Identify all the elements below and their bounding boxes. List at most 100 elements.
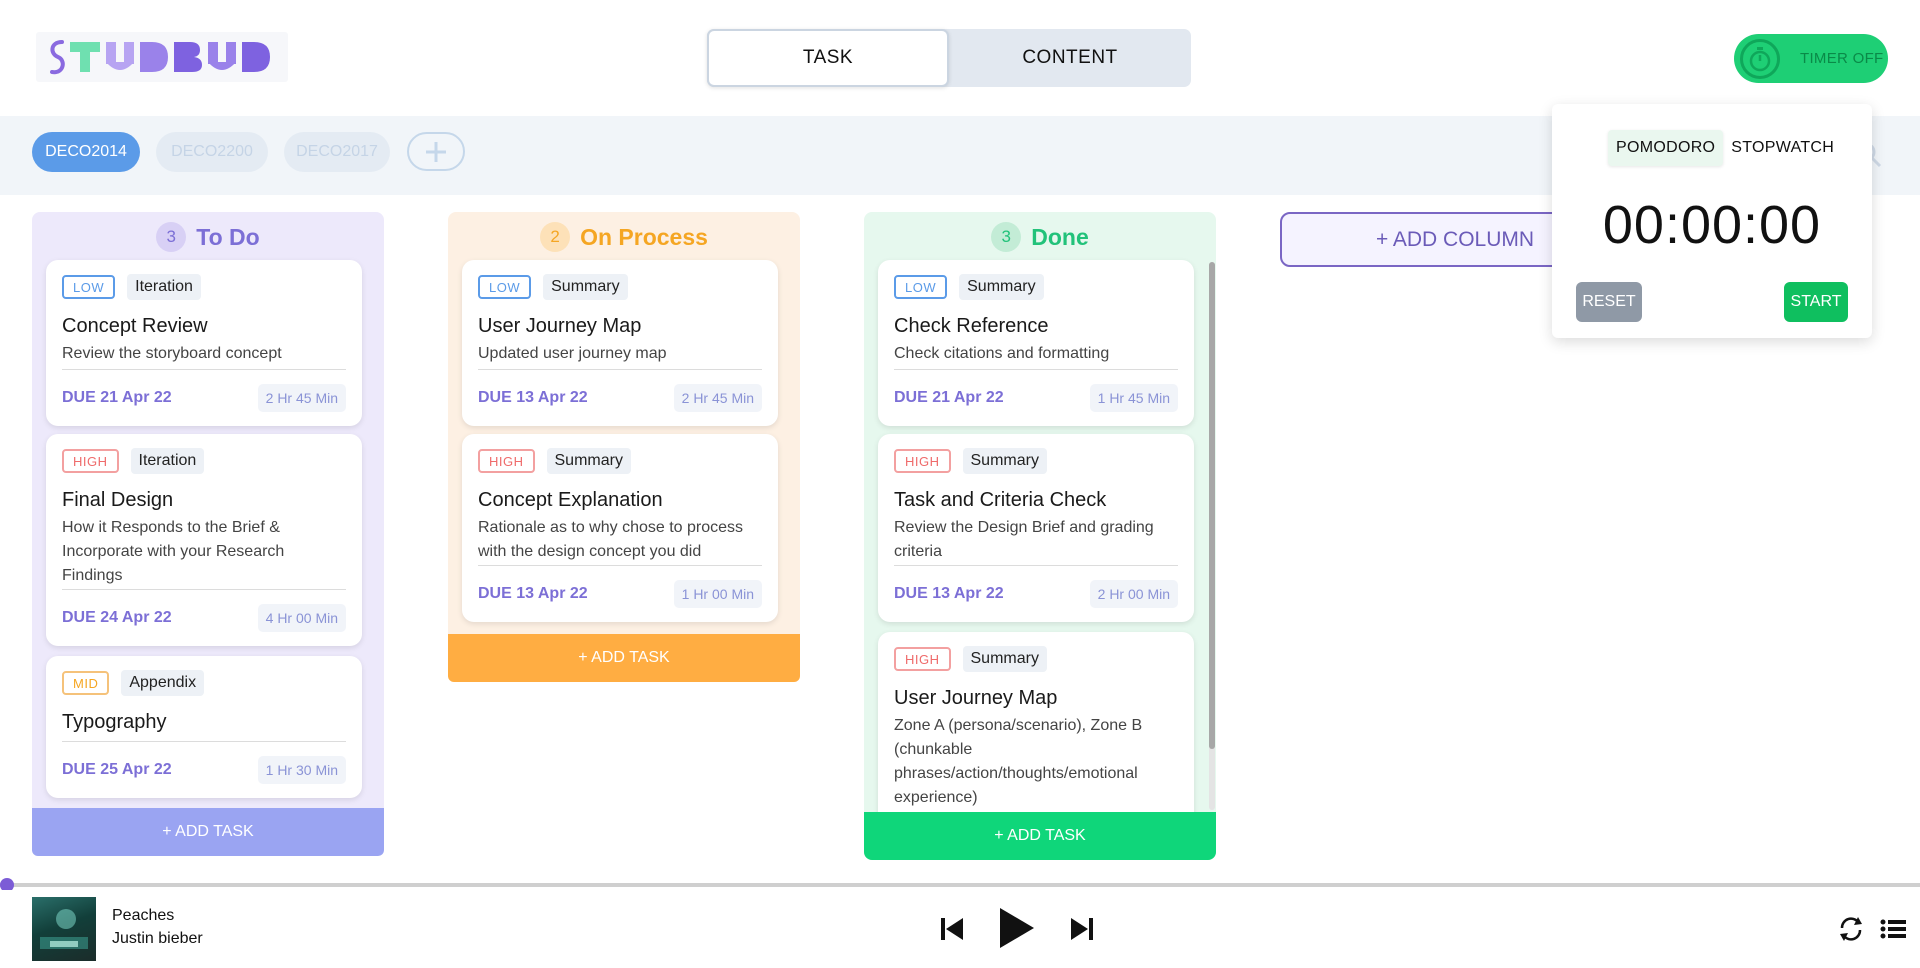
column-todo: 3 To Do LOW Iteration Concept Review Rev… xyxy=(32,212,384,856)
priority-badge: HIGH xyxy=(478,449,535,473)
priority-badge: LOW xyxy=(478,275,532,299)
column-title: On Process xyxy=(580,223,708,250)
duration-badge: 2 Hr 00 Min xyxy=(1089,580,1178,608)
playback-progress-track[interactable] xyxy=(0,883,1920,887)
card-title: Task and Criteria Check xyxy=(894,489,1107,511)
category-tag: Iteration xyxy=(127,274,201,300)
mode-toggle: TASK CONTENT xyxy=(707,29,1191,87)
course-chip-deco2200[interactable]: DECO2200 xyxy=(156,132,268,172)
priority-badge: HIGH xyxy=(894,449,951,473)
card-description: Review the storyboard concept xyxy=(62,345,282,362)
priority-badge: MID xyxy=(62,671,110,695)
studbud-logo-mark xyxy=(50,40,270,75)
card-title: Concept Review xyxy=(62,315,208,337)
task-card[interactable]: LOW Summary Check Reference Check citati… xyxy=(878,260,1194,426)
task-card[interactable]: MID Appendix Typography DUE 25 Apr 22 1 … xyxy=(46,656,362,798)
column-header: 3 Done xyxy=(864,212,1216,262)
app-header: TASK CONTENT TIMER OFF xyxy=(0,0,1920,116)
tab-pomodoro[interactable]: POMODORO xyxy=(1608,130,1724,166)
due-date: DUE 24 Apr 22 xyxy=(62,609,172,626)
add-task-button[interactable]: + ADD TASK xyxy=(864,812,1216,860)
category-tag: Appendix xyxy=(121,670,205,696)
duration-badge: 1 Hr 00 Min xyxy=(673,580,762,608)
playlist-icon[interactable] xyxy=(1880,918,1906,940)
task-card[interactable]: HIGH Summary User Journey Map Zone A (pe… xyxy=(878,632,1194,832)
category-tag: Iteration xyxy=(130,448,205,474)
priority-badge: HIGH xyxy=(894,647,951,671)
card-title: Typography xyxy=(62,711,167,733)
card-title: Final Design xyxy=(62,489,174,511)
studbud-logo[interactable] xyxy=(36,32,288,82)
column-count: 3 xyxy=(156,222,187,252)
column-title: To Do xyxy=(196,223,260,250)
song-title: Peaches xyxy=(112,907,175,924)
card-title: Check Reference xyxy=(894,315,1049,337)
column-header: 2 On Process xyxy=(448,212,800,262)
due-date: DUE 21 Apr 22 xyxy=(62,389,172,406)
column-scrollbar-thumb[interactable] xyxy=(1209,262,1215,749)
card-description: Zone A (persona/scenario), Zone B (chunk… xyxy=(894,717,1143,806)
card-description: Updated user journey map xyxy=(478,345,667,362)
task-card[interactable]: HIGH Iteration Final Design How it Respo… xyxy=(46,434,362,646)
timer-display: 00:00:00 xyxy=(1602,195,1822,255)
due-date: DUE 13 Apr 22 xyxy=(478,585,588,602)
duration-badge: 4 Hr 00 Min xyxy=(257,604,346,632)
timer-mode-tabs: POMODORO STOPWATCH xyxy=(1608,130,1842,166)
duration-badge: 1 Hr 45 Min xyxy=(1089,384,1178,412)
priority-badge: LOW xyxy=(62,275,116,299)
course-chip-deco2014[interactable]: DECO2014 xyxy=(32,132,140,172)
column-done: 3 Done LOW Summary Check Reference Check… xyxy=(864,212,1216,860)
task-card[interactable]: LOW Summary User Journey Map Updated use… xyxy=(462,260,778,426)
duration-badge: 1 Hr 30 Min xyxy=(257,756,346,784)
song-artist: Justin bieber xyxy=(112,930,203,947)
due-date: DUE 25 Apr 22 xyxy=(62,761,172,778)
category-tag: Summary xyxy=(546,448,631,474)
due-date: DUE 21 Apr 22 xyxy=(894,389,1004,406)
tab-content[interactable]: CONTENT xyxy=(949,29,1191,87)
add-task-button[interactable]: + ADD TASK xyxy=(32,808,384,856)
category-tag: Summary xyxy=(962,448,1047,474)
timer-toggle[interactable]: TIMER OFF xyxy=(1734,34,1888,83)
music-player: Peaches Justin bieber xyxy=(0,890,1920,968)
card-description: Check citations and formatting xyxy=(894,345,1110,362)
task-card[interactable]: HIGH Summary Task and Criteria Check Rev… xyxy=(878,434,1194,622)
task-card[interactable]: LOW Iteration Concept Review Review the … xyxy=(46,260,362,426)
course-chip-deco2017[interactable]: DECO2017 xyxy=(284,132,390,172)
column-title: Done xyxy=(1031,223,1089,250)
stopwatch-icon xyxy=(1740,38,1780,79)
column-header: 3 To Do xyxy=(32,212,384,262)
timer-popup: POMODORO STOPWATCH 00:00:00 RESET START xyxy=(1552,104,1872,338)
due-date: DUE 13 Apr 22 xyxy=(894,585,1004,602)
repeat-icon[interactable] xyxy=(1838,916,1864,942)
album-art xyxy=(32,897,96,961)
duration-badge: 2 Hr 45 Min xyxy=(673,384,762,412)
category-tag: Summary xyxy=(962,646,1047,672)
category-tag: Summary xyxy=(959,274,1044,300)
column-count: 2 xyxy=(540,222,571,252)
card-description: Rationale as to why chose to process wit… xyxy=(478,519,744,560)
task-card[interactable]: HIGH Summary Concept Explanation Rationa… xyxy=(462,434,778,622)
column-on-process: 2 On Process LOW Summary User Journey Ma… xyxy=(448,212,800,682)
card-title: Concept Explanation xyxy=(478,489,663,511)
play-icon[interactable] xyxy=(998,906,1036,950)
add-course-button[interactable] xyxy=(407,132,465,171)
duration-badge: 2 Hr 45 Min xyxy=(257,384,346,412)
plus-icon xyxy=(426,141,446,162)
card-description: How it Responds to the Brief & Incorpora… xyxy=(62,519,285,584)
skip-forward-icon[interactable] xyxy=(1070,916,1094,942)
add-task-button[interactable]: + ADD TASK xyxy=(448,634,800,682)
due-date: DUE 13 Apr 22 xyxy=(478,389,588,406)
card-title: User Journey Map xyxy=(478,315,642,337)
tab-stopwatch[interactable]: STOPWATCH xyxy=(1723,130,1842,166)
priority-badge: LOW xyxy=(894,275,948,299)
tab-task[interactable]: TASK xyxy=(707,29,949,87)
column-count: 3 xyxy=(991,222,1022,252)
category-tag: Summary xyxy=(543,274,628,300)
start-button[interactable]: START xyxy=(1784,282,1848,322)
skip-back-icon[interactable] xyxy=(940,916,964,942)
card-description: Review the Design Brief and grading crit… xyxy=(894,519,1154,560)
card-title: User Journey Map xyxy=(894,687,1058,709)
timer-toggle-label: TIMER OFF xyxy=(1800,50,1884,67)
priority-badge: HIGH xyxy=(62,449,119,473)
reset-button[interactable]: RESET xyxy=(1576,282,1642,322)
